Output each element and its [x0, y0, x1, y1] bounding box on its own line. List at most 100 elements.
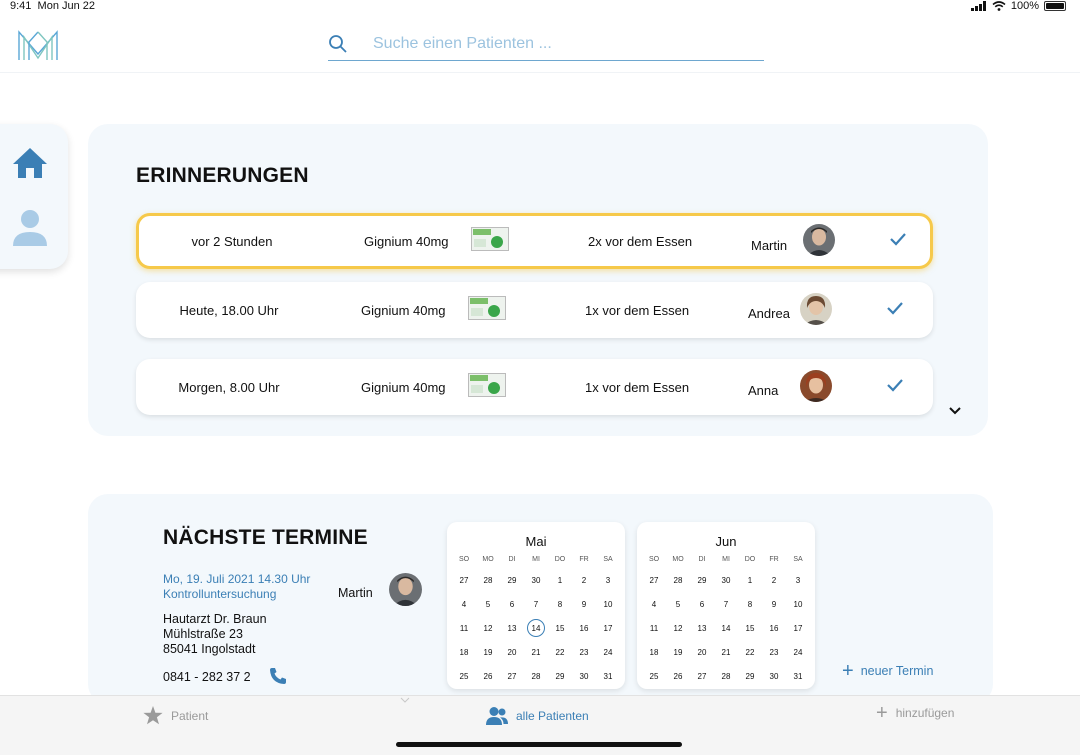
people-icon	[486, 707, 508, 725]
calendar-day[interactable]: 26	[666, 664, 690, 688]
home-icon[interactable]	[11, 146, 49, 180]
calendar-day[interactable]: 27	[690, 664, 714, 688]
search-icon[interactable]	[328, 34, 348, 54]
calendar-day[interactable]: 17	[786, 616, 810, 640]
calendar-day[interactable]: 30	[714, 568, 738, 592]
calendar-day[interactable]: 30	[762, 664, 786, 688]
calendar-day[interactable]: 18	[642, 640, 666, 664]
check-icon[interactable]	[889, 230, 907, 248]
calendar-day[interactable]: 28	[666, 568, 690, 592]
check-icon[interactable]	[886, 376, 904, 394]
calendar-day[interactable]: 3	[596, 568, 620, 592]
m-logo-icon[interactable]	[16, 28, 60, 62]
tab-add[interactable]: + hinzufügen	[876, 703, 955, 723]
calendar-day[interactable]: 20	[690, 640, 714, 664]
calendar-day[interactable]: 30	[572, 664, 596, 688]
calendar-day[interactable]: 12	[666, 616, 690, 640]
calendar-day[interactable]: 16	[572, 616, 596, 640]
calendar-day[interactable]: 5	[476, 592, 500, 616]
phone-icon[interactable]	[268, 666, 288, 686]
calendar-day[interactable]: 29	[500, 568, 524, 592]
calendar-day[interactable]: 9	[572, 592, 596, 616]
calendar-day[interactable]: 19	[476, 640, 500, 664]
home-indicator[interactable]	[396, 742, 682, 747]
calendar-day[interactable]: 1	[548, 568, 572, 592]
calendar-day[interactable]: 2	[762, 568, 786, 592]
check-icon[interactable]	[886, 299, 904, 317]
calendar-day[interactable]: 28	[476, 568, 500, 592]
calendar-day[interactable]: 18	[452, 640, 476, 664]
reminder-time: Morgen, 8.00 Uhr	[178, 380, 280, 395]
calendar-day[interactable]: 30	[524, 568, 548, 592]
calendar-day[interactable]: 5	[666, 592, 690, 616]
calendar-day[interactable]: 21	[524, 640, 548, 664]
appointment-date[interactable]: Mo, 19. Juli 2021 14.30 Uhr	[163, 572, 310, 586]
calendar-day[interactable]: 9	[762, 592, 786, 616]
calendar-day[interactable]: 6	[690, 592, 714, 616]
calendar-day[interactable]: 25	[642, 664, 666, 688]
weekday-label: DI	[508, 556, 516, 563]
calendar-day[interactable]: 4	[642, 592, 666, 616]
calendar-day[interactable]: 27	[500, 664, 524, 688]
tab-all-patients[interactable]: alle Patienten	[486, 706, 589, 726]
calendar-day[interactable]: 29	[548, 664, 572, 688]
calendar-day[interactable]: 4	[452, 592, 476, 616]
calendar-day[interactable]: 8	[548, 592, 572, 616]
calendar-day[interactable]: 19	[666, 640, 690, 664]
calendar-day[interactable]: 15	[548, 616, 572, 640]
calendar-day[interactable]: 16	[762, 616, 786, 640]
calendar-day[interactable]: 26	[476, 664, 500, 688]
chevron-down-icon[interactable]	[948, 406, 962, 416]
calendar-day[interactable]: 10	[596, 592, 620, 616]
calendar-day[interactable]: 24	[786, 640, 810, 664]
calendar-day[interactable]: 23	[572, 640, 596, 664]
calendar-day[interactable]: 23	[762, 640, 786, 664]
medication-pack-icon	[468, 296, 506, 320]
person-icon[interactable]	[11, 208, 49, 248]
tab-label: hinzufügen	[895, 706, 955, 720]
reminder-card[interactable]: Heute, 18.00 Uhr Gignium 40mg 1x vor dem…	[136, 282, 933, 338]
calendar-day[interactable]: 22	[548, 640, 572, 664]
calendar-day[interactable]: 27	[642, 568, 666, 592]
calendar-day[interactable]: 20	[500, 640, 524, 664]
calendar-day[interactable]: 2	[572, 568, 596, 592]
calendar-day[interactable]: 7	[714, 592, 738, 616]
calendar-day[interactable]: 15	[738, 616, 762, 640]
calendar-day[interactable]: 24	[596, 640, 620, 664]
calendar-day[interactable]: 25	[452, 664, 476, 688]
tab-patient[interactable]: Patient	[143, 706, 208, 725]
search-bar[interactable]	[328, 28, 764, 61]
appointments-title: NÄCHSTE TERMINE	[163, 526, 368, 549]
calendar-day[interactable]: 12	[476, 616, 500, 640]
reminder-card[interactable]: vor 2 Stunden Gignium 40mg 2x vor dem Es…	[136, 213, 933, 269]
calendar-day[interactable]: 28	[524, 664, 548, 688]
calendar-day[interactable]: 3	[786, 568, 810, 592]
calendar-day[interactable]: 8	[738, 592, 762, 616]
calendar-day[interactable]: 1	[738, 568, 762, 592]
calendar-day[interactable]: 10	[786, 592, 810, 616]
new-appointment-button[interactable]: + neuer Termin	[842, 661, 933, 681]
calendar-day[interactable]: 21	[714, 640, 738, 664]
calendar-day[interactable]: 28	[714, 664, 738, 688]
calendar-day[interactable]: 13	[690, 616, 714, 640]
reminder-dose: 2x vor dem Essen	[588, 234, 693, 249]
search-input[interactable]	[373, 35, 733, 53]
calendar-day[interactable]: 27	[452, 568, 476, 592]
reminder-dose: 1x vor dem Essen	[585, 380, 690, 395]
calendar-day[interactable]: 14	[527, 619, 545, 637]
calendar-day[interactable]: 31	[786, 664, 810, 688]
calendar-day[interactable]: 22	[738, 640, 762, 664]
calendar-day[interactable]: 13	[500, 616, 524, 640]
calendar-day[interactable]: 11	[642, 616, 666, 640]
calendar-day[interactable]: 17	[596, 616, 620, 640]
reminder-medication: Gignium 40mg	[364, 234, 449, 249]
calendar-day[interactable]: 7	[524, 592, 548, 616]
weekday-label: DI	[698, 556, 706, 563]
calendar-day[interactable]: 14	[714, 616, 738, 640]
calendar-day[interactable]: 11	[452, 616, 476, 640]
calendar-day[interactable]: 6	[500, 592, 524, 616]
calendar-day[interactable]: 29	[738, 664, 762, 688]
reminder-card[interactable]: Morgen, 8.00 Uhr Gignium 40mg 1x vor dem…	[136, 359, 933, 415]
calendar-day[interactable]: 29	[690, 568, 714, 592]
calendar-day[interactable]: 31	[596, 664, 620, 688]
